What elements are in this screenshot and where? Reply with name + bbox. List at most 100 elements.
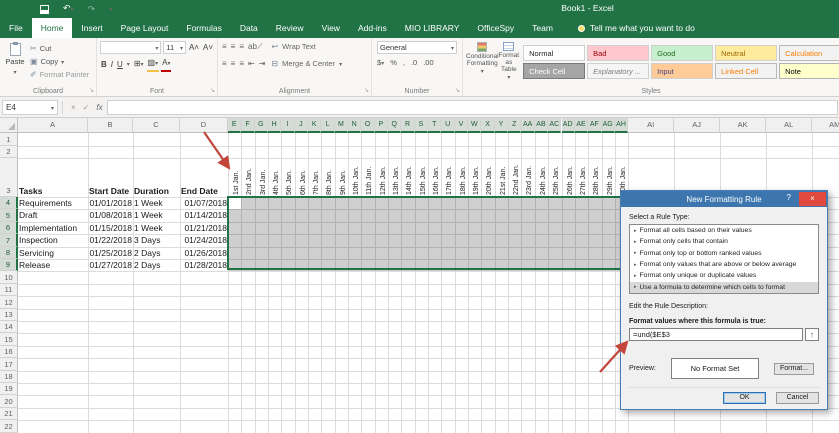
column-header-J[interactable]: J (295, 118, 308, 133)
tab-review[interactable]: Review (267, 18, 313, 38)
tab-page-layout[interactable]: Page Layout (112, 18, 178, 38)
column-header-AA[interactable]: AA (521, 118, 534, 133)
cell-start-date[interactable]: 01/22/2018 (88, 234, 133, 246)
column-header-AM[interactable]: AM (812, 118, 839, 133)
rule-type-item[interactable]: ▸Format only cells that contain (630, 236, 818, 247)
cell-header-end-date[interactable]: End Date (180, 158, 228, 197)
align-middle-icon[interactable]: ≡ (231, 41, 236, 52)
cell-style-note[interactable]: Note (779, 63, 839, 79)
row-header-7[interactable]: 7 (0, 234, 18, 246)
column-header-AC[interactable]: AC (548, 118, 561, 133)
cell-end-date[interactable]: 01/28/2018 (180, 259, 228, 271)
row-header-18[interactable]: 18 (0, 371, 18, 383)
row-header-2[interactable]: 2 (0, 146, 18, 159)
tab-officespy[interactable]: OfficeSpy (468, 18, 523, 38)
row-header-13[interactable]: 13 (0, 309, 18, 321)
column-header-E[interactable]: E (228, 118, 241, 133)
insert-function-icon[interactable]: fx (96, 103, 102, 112)
fill-color-icon[interactable]: ▨ (147, 57, 160, 72)
cell-end-date[interactable]: 01/24/2018 (180, 234, 228, 246)
row-header-8[interactable]: 8 (0, 247, 18, 259)
column-header-X[interactable]: X (481, 118, 494, 133)
column-header-M[interactable]: M (335, 118, 348, 133)
bold-button[interactable]: B (100, 59, 108, 71)
active-cell-e4[interactable] (229, 198, 241, 209)
cell-style-explanatory[interactable]: Explanatory ... (587, 63, 649, 79)
align-bottom-icon[interactable]: ≡ (239, 41, 244, 52)
column-header-C[interactable]: C (133, 118, 180, 133)
align-right-icon[interactable]: ≡ (239, 58, 244, 69)
italic-button[interactable]: I (110, 59, 114, 71)
redo-icon[interactable]: ↷ (88, 4, 96, 14)
row-header-5[interactable]: 5 (0, 209, 18, 221)
decrease-decimal-icon[interactable]: .00 (423, 58, 433, 67)
cell-task[interactable]: Inspection (18, 234, 88, 246)
row-header-22[interactable]: 22 (0, 420, 18, 432)
rule-type-item[interactable]: ▸Format only top or bottom ranked values (630, 248, 818, 259)
row-header-3[interactable]: 3 (0, 158, 18, 197)
cell-start-date[interactable]: 01/08/2018 (88, 209, 133, 221)
column-header-L[interactable]: L (321, 118, 334, 133)
save-icon[interactable] (40, 5, 49, 14)
cell-end-date[interactable]: 01/14/2018 (180, 209, 228, 221)
rule-type-item[interactable]: ▸Format only unique or duplicate values (630, 270, 818, 281)
select-all-corner[interactable] (0, 118, 18, 133)
number-format-combo[interactable]: General (377, 41, 457, 54)
column-header-W[interactable]: W (468, 118, 481, 133)
cell-task[interactable]: Implementation (18, 222, 88, 234)
column-header-R[interactable]: R (401, 118, 414, 133)
column-header-G[interactable]: G (255, 118, 268, 133)
cell-style-check-cell[interactable]: Check Cell (523, 63, 585, 79)
column-header-Z[interactable]: Z (508, 118, 521, 133)
column-header-AH[interactable]: AH (615, 118, 628, 133)
format-painter-button[interactable]: ✐Format Painter (30, 70, 89, 79)
column-header-S[interactable]: S (415, 118, 428, 133)
column-header-B[interactable]: B (88, 118, 133, 133)
row-header-21[interactable]: 21 (0, 408, 18, 420)
format-button[interactable]: Format... (774, 363, 814, 375)
column-header-P[interactable]: P (375, 118, 388, 133)
undo-icon[interactable]: ↶ (63, 3, 74, 15)
row-header-11[interactable]: 11 (0, 284, 18, 296)
grow-font-icon[interactable]: A˄ (188, 42, 200, 54)
rule-formula-input[interactable]: =und($E$3 (629, 328, 803, 341)
number-dialog-launcher-icon[interactable]: ↘ (455, 88, 460, 95)
row-header-20[interactable]: 20 (0, 395, 18, 407)
tab-home[interactable]: Home (32, 18, 73, 38)
column-header-AE[interactable]: AE (575, 118, 588, 133)
cell-style-good[interactable]: Good (651, 45, 713, 61)
shrink-font-icon[interactable]: A˅ (202, 42, 214, 54)
tab-formulas[interactable]: Formulas (177, 18, 230, 38)
rule-type-item[interactable]: ▸Format only values that are above or be… (630, 259, 818, 270)
column-header-D[interactable]: D (180, 118, 228, 133)
wrap-text-button[interactable]: ↩ Wrap Text (271, 41, 342, 52)
cell-duration[interactable]: 1 Week (133, 197, 180, 209)
rule-type-item[interactable]: ▸Use a formula to determine which cells … (630, 282, 818, 293)
column-header-AF[interactable]: AF (588, 118, 601, 133)
column-header-T[interactable]: T (428, 118, 441, 133)
cell-duration[interactable]: 1 Week (133, 209, 180, 221)
cell-header-tasks[interactable]: Tasks (18, 158, 88, 197)
increase-indent-icon[interactable]: ⇥ (259, 58, 266, 69)
cell-duration[interactable]: 2 Days (133, 259, 180, 271)
alignment-dialog-launcher-icon[interactable]: ↘ (364, 88, 369, 95)
cell-style-linked-cell[interactable]: Linked Cell (715, 63, 777, 79)
font-name-combo[interactable] (100, 41, 161, 54)
cell-duration[interactable]: 2 Days (133, 247, 180, 259)
enter-entry-icon[interactable]: ✓ (83, 103, 90, 112)
customize-qat-icon[interactable] (109, 3, 112, 15)
column-header-U[interactable]: U (441, 118, 454, 133)
tab-data[interactable]: Data (231, 18, 267, 38)
cell-task[interactable]: Draft (18, 209, 88, 221)
cell-header-duration[interactable]: Duration (133, 158, 180, 197)
cell-style-normal[interactable]: Normal (523, 45, 585, 61)
column-header-Y[interactable]: Y (495, 118, 508, 133)
column-header-H[interactable]: H (268, 118, 281, 133)
column-header-AI[interactable]: AI (628, 118, 674, 133)
tab-insert[interactable]: Insert (72, 18, 111, 38)
orientation-icon[interactable]: ab⟋ (248, 41, 263, 52)
column-header-AJ[interactable]: AJ (674, 118, 720, 133)
percent-style-icon[interactable]: % (390, 58, 397, 67)
merge-center-button[interactable]: ⊟ Merge & Center (271, 58, 342, 71)
cell-task[interactable]: Servicing (18, 247, 88, 259)
